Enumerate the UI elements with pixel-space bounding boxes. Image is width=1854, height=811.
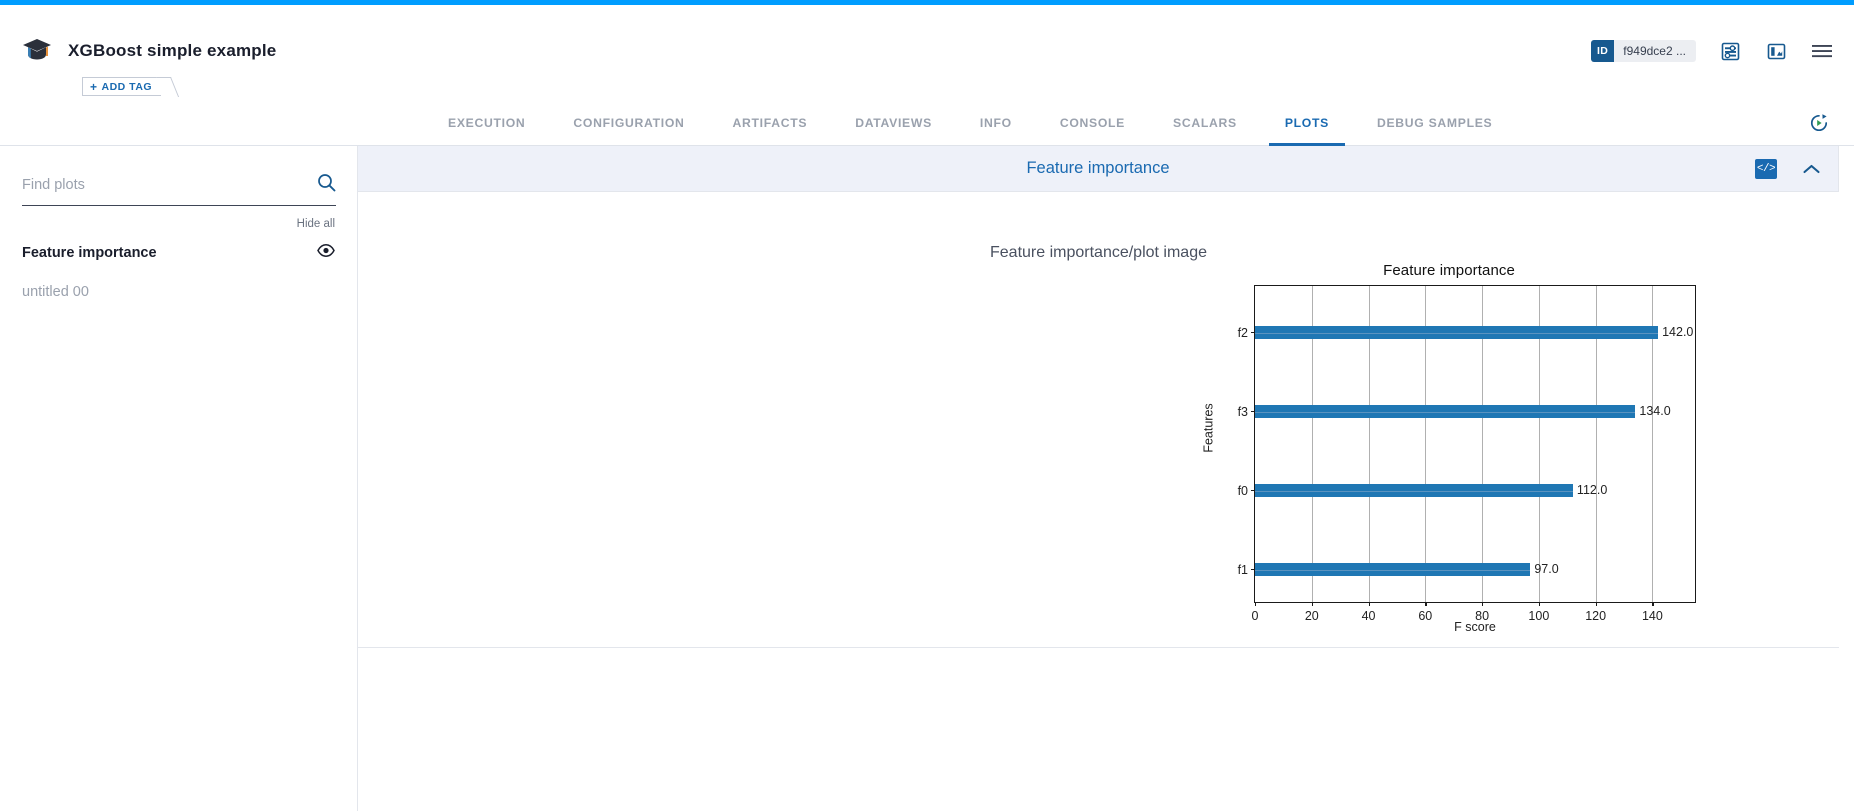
chart-plot-area: 020406080100120140142.0f2134.0f3112.0f09… bbox=[1254, 285, 1696, 603]
header-actions: ID f949dce2 ... bbox=[1591, 39, 1834, 63]
chart-container: Feature importance/plot image Feature im… bbox=[358, 192, 1839, 647]
tab-dataviews[interactable]: DATAVIEWS bbox=[831, 99, 956, 146]
bar-center-line bbox=[1255, 570, 1530, 571]
auto-refresh-icon[interactable] bbox=[1806, 110, 1832, 136]
bar-value-label: 142.0 bbox=[1662, 325, 1693, 339]
x-tick-mark bbox=[1369, 602, 1370, 606]
panel-layout-icon[interactable] bbox=[1764, 39, 1788, 63]
sidebar-item-label: untitled 00 bbox=[22, 284, 89, 300]
page-title: XGBoost simple example bbox=[68, 41, 276, 61]
eye-icon[interactable] bbox=[317, 244, 335, 262]
bar-center-line bbox=[1255, 412, 1635, 413]
x-tick-mark bbox=[1539, 602, 1540, 606]
tab-execution[interactable]: EXECUTION bbox=[424, 99, 549, 146]
tab-scalars[interactable]: SCALARS bbox=[1149, 99, 1261, 146]
hamburger-menu-icon[interactable] bbox=[1810, 39, 1834, 63]
search-input[interactable] bbox=[22, 177, 272, 193]
y-tick-mark bbox=[1251, 332, 1255, 333]
y-tick-mark bbox=[1251, 490, 1255, 491]
id-value: f949dce2 ... bbox=[1614, 44, 1696, 58]
graduation-cap-icon bbox=[22, 38, 52, 62]
search-icon[interactable] bbox=[317, 173, 336, 197]
log-settings-icon[interactable] bbox=[1718, 39, 1742, 63]
plot-card-actions: </> bbox=[1755, 146, 1820, 192]
sidebar-item-untitled-00[interactable]: untitled 00 bbox=[22, 284, 335, 300]
x-tick-mark bbox=[1312, 602, 1313, 606]
tab-debug-samples[interactable]: DEBUG SAMPLES bbox=[1353, 99, 1516, 146]
plots-sidebar: Hide all Feature importance untitled 00 bbox=[0, 146, 358, 811]
plot-card-header: Feature importance </> bbox=[358, 146, 1838, 192]
plus-icon: + bbox=[90, 80, 98, 94]
x-tick-mark bbox=[1652, 602, 1653, 606]
y-tick-label: f3 bbox=[1238, 405, 1248, 419]
x-tick-mark bbox=[1596, 602, 1597, 606]
x-tick-mark bbox=[1255, 602, 1256, 606]
tab-bar: EXECUTION CONFIGURATION ARTIFACTS DATAVI… bbox=[0, 99, 1854, 146]
add-tag-label: ADD TAG bbox=[102, 81, 153, 93]
add-tag-button[interactable]: + ADD TAG bbox=[82, 77, 161, 96]
clearml-experiment-page: COMPLETED XGBoost simple example + ADD T… bbox=[0, 0, 1854, 811]
bar-center-line bbox=[1255, 491, 1573, 492]
y-tick-mark bbox=[1251, 569, 1255, 570]
search-row bbox=[22, 173, 336, 206]
experiment-id-chip[interactable]: ID f949dce2 ... bbox=[1591, 40, 1696, 62]
hide-all-button[interactable]: Hide all bbox=[297, 218, 335, 230]
chevron-up-icon[interactable] bbox=[1803, 164, 1820, 175]
tab-configuration[interactable]: CONFIGURATION bbox=[549, 99, 708, 146]
y-tick-label: f1 bbox=[1238, 563, 1248, 577]
chart-title: Feature importance bbox=[1214, 262, 1684, 279]
tab-artifacts[interactable]: ARTIFACTS bbox=[709, 99, 832, 146]
matplotlib-figure: Feature importance Features 020406080100… bbox=[1214, 268, 1684, 588]
bar-value-label: 134.0 bbox=[1639, 404, 1670, 418]
id-label: ID bbox=[1591, 40, 1614, 62]
tab-console[interactable]: CONSOLE bbox=[1036, 99, 1149, 146]
y-tick-label: f0 bbox=[1238, 484, 1248, 498]
sidebar-item-feature-importance[interactable]: Feature importance bbox=[22, 244, 335, 262]
sidebar-item-label: Feature importance bbox=[22, 245, 157, 261]
x-tick-mark bbox=[1425, 602, 1426, 606]
tab-info[interactable]: INFO bbox=[956, 99, 1036, 146]
title-block: XGBoost simple example bbox=[68, 41, 276, 61]
view-code-button[interactable]: </> bbox=[1755, 159, 1777, 179]
y-tick-mark bbox=[1251, 411, 1255, 412]
y-tick-label: f2 bbox=[1238, 326, 1248, 340]
bar-center-line bbox=[1255, 333, 1658, 334]
plots-content: Feature importance </> Feature importanc… bbox=[358, 146, 1854, 811]
bar-value-label: 97.0 bbox=[1534, 562, 1558, 576]
y-axis-label: Features bbox=[1202, 403, 1216, 452]
plot-card: Feature importance </> Feature importanc… bbox=[358, 146, 1839, 648]
chart-outer-title: Feature importance/plot image bbox=[358, 244, 1839, 262]
page-header: XGBoost simple example + ADD TAG ID f949… bbox=[0, 5, 1854, 99]
x-tick-mark bbox=[1482, 602, 1483, 606]
tab-plots[interactable]: PLOTS bbox=[1261, 99, 1353, 146]
bar-value-label: 112.0 bbox=[1577, 483, 1607, 497]
x-axis-label: F score bbox=[1254, 620, 1696, 634]
plot-card-title: Feature importance bbox=[1026, 159, 1169, 178]
tabs-list: EXECUTION CONFIGURATION ARTIFACTS DATAVI… bbox=[424, 99, 1516, 146]
